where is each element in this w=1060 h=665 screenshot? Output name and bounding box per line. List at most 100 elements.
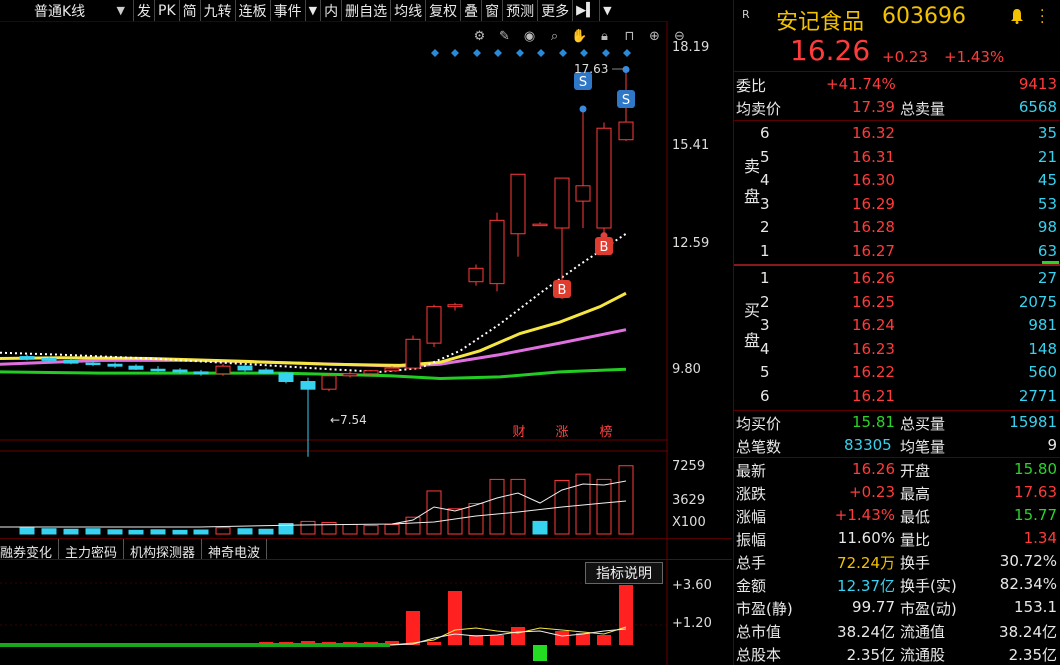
stat-label: 总股本 — [736, 646, 782, 664]
candle-body — [405, 338, 421, 369]
stat-row: 市盈(静) 99.77 市盈(动) 153.1 — [734, 596, 1060, 619]
ma5-line — [0, 232, 627, 373]
candle-body — [258, 369, 274, 374]
volume-unit: X100 — [672, 515, 706, 530]
stat-label: 量比 — [900, 531, 931, 549]
stat-row: 总股本 2.35亿 流通股 2.35亿 — [734, 642, 1060, 665]
indicator-bar — [619, 585, 633, 645]
ask-price: 16.29 — [852, 194, 895, 213]
bid-price: 16.24 — [852, 316, 895, 334]
indicator-help-button[interactable]: 指标说明 — [585, 562, 663, 584]
event-tag: 财 — [512, 425, 525, 440]
event-diamond-icon — [623, 49, 631, 57]
ask-volume: 45 — [1037, 171, 1057, 189]
ask-level: 3 — [760, 194, 770, 213]
tab-margin-change[interactable]: 融券变化 — [0, 539, 60, 561]
chart-area[interactable]: 普通K线 ▼ 发 PK 简 九转 连板 事件 ▼ 内 删自选 均线 复权 叠 窗… — [0, 0, 732, 665]
volume-bar — [19, 527, 35, 535]
bid-row: 6 16.21 2771 — [734, 385, 1060, 408]
sell-dot — [579, 105, 587, 113]
price-tick: 9.80 — [672, 362, 701, 377]
volume-bar — [237, 528, 253, 535]
buy-marker-label: B — [600, 240, 609, 255]
quote-panel: R 安记食品 603696 · · · 16.26 +0.23 +1.43% 委比 … — [733, 0, 1060, 665]
candle-body — [468, 267, 484, 283]
ask-avg-label: 均卖价 — [736, 100, 782, 118]
ask-price: 16.28 — [852, 218, 895, 236]
stat-label: 流通值 — [900, 623, 946, 641]
bid-volume: 560 — [1028, 363, 1057, 381]
indicator-line — [389, 626, 627, 646]
volume-tick: 3629 — [672, 493, 706, 508]
price-tick: 18.19 — [672, 40, 710, 55]
candle-body — [596, 127, 612, 229]
trades-value: 83305 — [844, 436, 892, 454]
stat-label: 金额 — [736, 577, 767, 595]
bid-volume: 2771 — [1018, 386, 1057, 405]
trades-label: 总笔数 — [736, 438, 782, 456]
ask-level: 5 — [760, 147, 770, 166]
bid-level: 2 — [760, 292, 770, 311]
stock-code: 603696 — [882, 4, 966, 29]
bid-total-label: 总买量 — [900, 415, 946, 433]
candle-body — [532, 223, 548, 227]
divider — [734, 264, 1060, 266]
candle-body — [426, 306, 442, 344]
bid-volume: 981 — [1028, 316, 1057, 334]
event-diamond-icon — [559, 49, 567, 57]
indicator-bar — [533, 645, 547, 661]
indicator-bar — [448, 591, 462, 645]
tab-magic-wave[interactable]: 神奇电波 — [208, 539, 268, 561]
volume-bar — [447, 508, 463, 535]
volume-bar — [41, 528, 57, 535]
candle-body — [363, 370, 379, 375]
stat-value: 2.35亿 — [846, 646, 895, 664]
bid-total-value: 15981 — [1009, 413, 1057, 431]
price-change: +0.23 — [882, 48, 928, 66]
bell-icon[interactable] — [1010, 8, 1024, 24]
sell-marker-label: S — [579, 75, 587, 90]
weibi-diff: 9413 — [1018, 75, 1057, 93]
bid-row: 4 16.23 148 — [734, 338, 1060, 361]
bid-avg-row: 均买价 15.81 总买量 15981 — [734, 411, 1060, 434]
tab-institution-detector[interactable]: 机构探测器 — [130, 539, 203, 561]
bid-level: 4 — [760, 339, 770, 358]
stat-value: 38.24亿 — [837, 623, 895, 641]
stat-row: 涨跌 +0.23 最高 17.63 — [734, 481, 1060, 504]
kline-chart[interactable]: SS17.63BB←7.54财涨榜 — [0, 0, 668, 665]
candle-body — [618, 121, 634, 141]
ask-level: 2 — [760, 218, 770, 236]
tab-main-force[interactable]: 主力密码 — [65, 539, 125, 561]
volume-bar — [596, 478, 612, 535]
stat-value: +1.43% — [834, 506, 895, 524]
stat-row: 总市值 38.24亿 流通值 38.24亿 — [734, 619, 1060, 642]
stat-label: 总手 — [736, 554, 767, 572]
event-diamond-icon — [516, 49, 524, 57]
ask-row: 4 16.30 45 — [734, 169, 1060, 192]
bid-row: 2 16.25 2075 — [734, 291, 1060, 314]
ask-level: 1 — [760, 241, 770, 260]
volume-bar — [193, 529, 209, 535]
volume-bar — [300, 520, 316, 535]
candle-body — [85, 362, 101, 366]
indicator-bar — [511, 627, 525, 645]
event-diamond-icon — [602, 49, 610, 57]
stat-label: 最低 — [900, 508, 931, 526]
ask-price: 16.30 — [852, 171, 895, 189]
weibi-row: 委比 +41.74% 9413 — [734, 73, 1060, 96]
bid-avg-label: 均买价 — [736, 415, 782, 433]
stat-value: 30.72% — [999, 552, 1057, 570]
ask-price: 16.31 — [852, 147, 895, 166]
stat-value: 153.1 — [1014, 598, 1057, 616]
bid-volume: 148 — [1028, 339, 1057, 358]
stat-value: 12.37亿 — [837, 577, 895, 595]
stat-label: 市盈(动) — [900, 600, 957, 618]
event-tag: 榜 — [599, 424, 612, 440]
stat-value: 11.60% — [837, 529, 895, 547]
weibi-label: 委比 — [736, 77, 767, 95]
volume-bar — [532, 520, 548, 535]
more-vertical-icon[interactable]: · · · — [1040, 4, 1044, 30]
stat-value: 15.77 — [1014, 506, 1057, 524]
ask-avg-row: 均卖价 17.39 总卖量 6568 — [734, 96, 1060, 119]
bid-level: 1 — [760, 269, 770, 287]
